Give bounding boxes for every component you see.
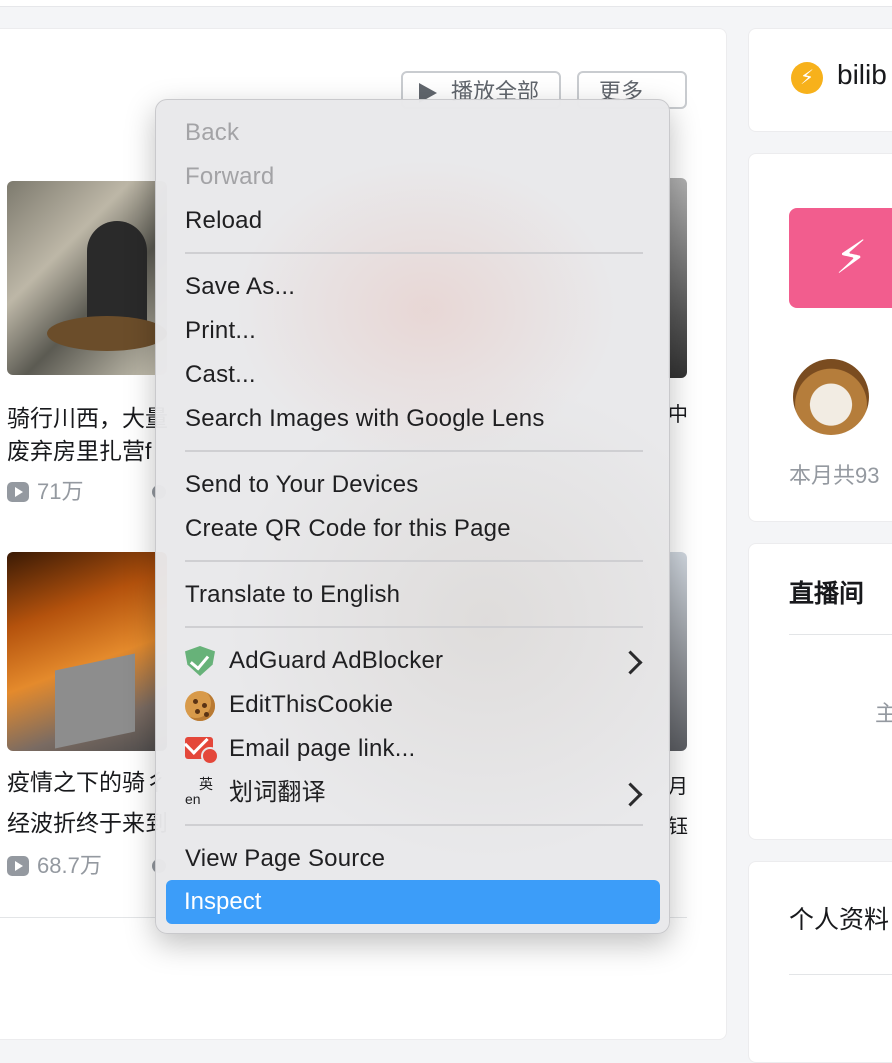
menu-separator (185, 560, 643, 562)
menu-item-translate[interactable]: Translate to English (185, 573, 400, 617)
video-title[interactable]: 经波折终于来到 (7, 803, 168, 843)
submenu-chevron-icon (618, 650, 643, 675)
menu-item-view-source[interactable]: View Page Source (185, 837, 385, 881)
live-divider (789, 634, 892, 635)
menu-item-forward: Forward (185, 163, 275, 190)
charge-button[interactable]: ⚡ (789, 208, 892, 308)
top-border (0, 0, 892, 7)
bolt-icon: ⚡ (791, 62, 823, 94)
avatar[interactable] (793, 359, 869, 435)
live-room-card: 直播间 主 (748, 543, 892, 840)
menu-item-editthiscookie[interactable]: EditThisCookie (229, 683, 393, 727)
profile-card: 个人资料 (748, 861, 892, 1063)
submenu-chevron-icon (618, 782, 643, 807)
cookie-icon (185, 691, 215, 721)
menu-item-cast[interactable]: Cast... (185, 353, 256, 397)
menu-item-print[interactable]: Print... (185, 309, 256, 353)
video-title[interactable]: 废弃房里扎营f (7, 431, 151, 471)
menu-item-qr-code[interactable]: Create QR Code for this Page (185, 507, 511, 551)
play-count-value: 68.7万 (37, 853, 102, 878)
menu-item-reload[interactable]: Reload (185, 199, 262, 243)
video-thumbnail[interactable] (7, 552, 167, 751)
play-count: 68.7万 (7, 851, 102, 881)
menu-item-inspect[interactable]: Inspect (166, 880, 660, 924)
menu-separator (185, 626, 643, 628)
context-menu: Back Forward Reload Save As... Print... … (155, 99, 670, 934)
lightning-icon: ⚡ (835, 231, 868, 283)
menu-separator (185, 824, 643, 826)
video-thumbnail[interactable] (7, 181, 167, 375)
word-translate-icon-top: 英 (199, 776, 213, 792)
charge-card: ⚡ 本月共93 (748, 153, 892, 522)
thumbnail-detail (47, 316, 167, 351)
menu-item-send-to-devices[interactable]: Send to Your Devices (185, 463, 419, 507)
email-icon (185, 737, 219, 765)
menu-item-search-images[interactable]: Search Images with Google Lens (185, 397, 545, 441)
play-count-icon (7, 856, 29, 876)
video-thumbnail[interactable] (668, 552, 687, 751)
word-translate-icon-bottom: en (185, 791, 201, 807)
profile-title: 个人资料 (789, 905, 890, 934)
brand-card: ⚡ bilib (748, 28, 892, 132)
play-count-icon (7, 482, 29, 502)
menu-separator (185, 450, 643, 452)
menu-item-adguard[interactable]: AdGuard AdBlocker (229, 639, 443, 683)
video-thumbnail[interactable] (668, 178, 687, 378)
menu-item-email-page-link[interactable]: Email page link... (229, 727, 415, 771)
thumbnail-figure (87, 221, 147, 331)
play-count-value: 71万 (37, 479, 84, 504)
video-title-fragment: 钰 (668, 816, 688, 838)
video-title-fragment: 中 (668, 404, 688, 426)
menu-separator (185, 252, 643, 254)
play-count: 71万 (7, 477, 83, 507)
live-status-fragment: 主 (875, 701, 892, 726)
live-room-title: 直播间 (789, 580, 865, 608)
menu-item-save-as[interactable]: Save As... (185, 265, 295, 309)
video-title[interactable]: 疫情之下的骑彳 (7, 762, 168, 802)
adguard-shield-icon (185, 646, 215, 676)
menu-item-inspect-label: Inspect (184, 888, 262, 915)
menu-item-back: Back (185, 119, 240, 146)
thumbnail-detail (55, 653, 135, 749)
monthly-count: 本月共93 (789, 463, 880, 488)
word-translate-icon: 英 en (185, 777, 215, 807)
video-title-fragment: 月 (668, 776, 688, 798)
brand-text: bilib (837, 59, 887, 90)
profile-divider (789, 974, 892, 975)
menu-item-word-translate[interactable]: 划词翻译 (229, 771, 326, 815)
